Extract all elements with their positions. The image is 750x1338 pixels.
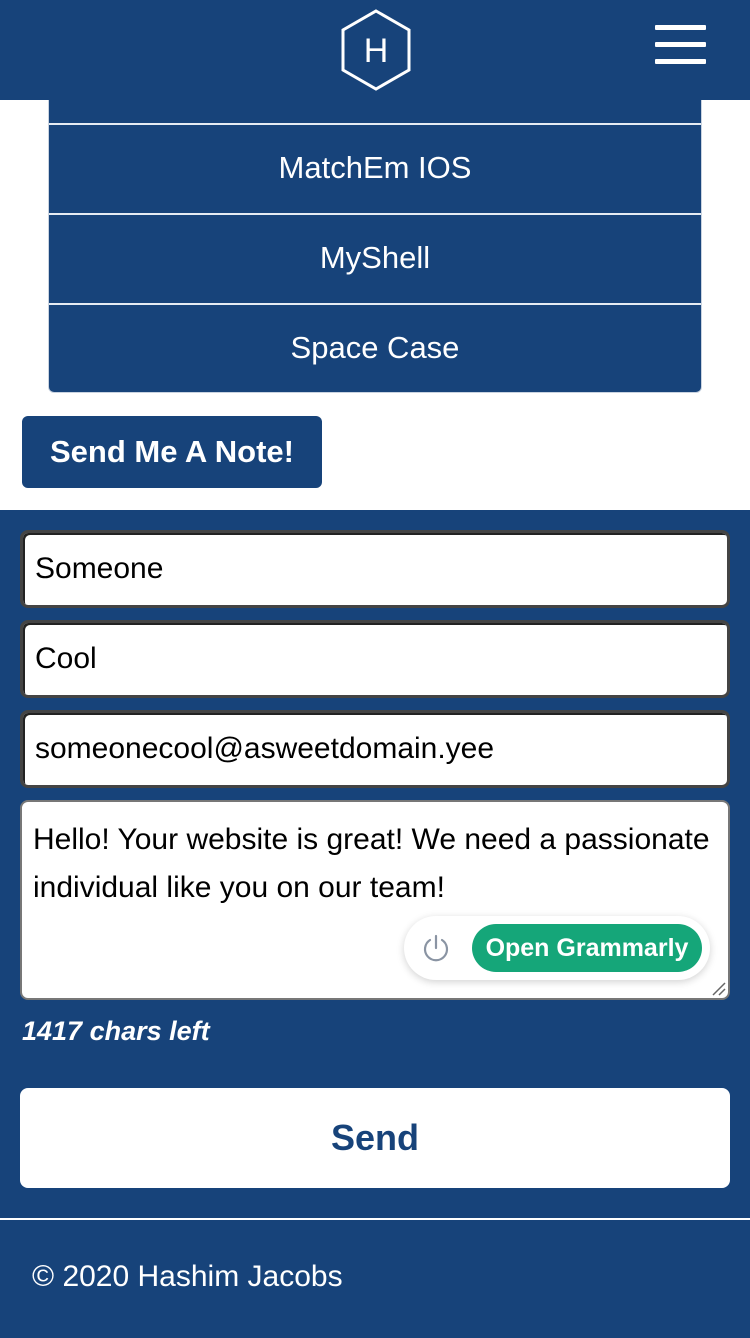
project-item-matchem-ios[interactable]: MatchEm IOS xyxy=(49,123,701,211)
hamburger-menu-icon[interactable] xyxy=(655,25,707,65)
page: H MatchEm IOS MyShell Space Case Send Me… xyxy=(0,0,750,1338)
message-value: Hello! Your website is great! We need a … xyxy=(33,823,710,904)
first-name-value: Someone xyxy=(35,552,164,585)
grammarly-widget: Open Grammarly xyxy=(404,916,710,980)
contact-form: Someone Cool someonecool@asweetdomain.ye… xyxy=(0,510,750,1218)
email-field[interactable]: someonecool@asweetdomain.yee xyxy=(20,710,730,788)
hexagon-logo-icon: H xyxy=(341,9,411,91)
first-name-field[interactable]: Someone xyxy=(20,530,730,608)
project-item-space-case[interactable]: Space Case xyxy=(49,303,701,391)
last-name-value: Cool xyxy=(35,642,97,675)
project-item-label: MyShell xyxy=(319,240,431,275)
copyright-text: © 2020 Hashim Jacobs xyxy=(32,1260,343,1293)
logo-letter: H xyxy=(364,32,389,70)
menu-bar xyxy=(655,59,706,64)
email-value: someonecool@asweetdomain.yee xyxy=(35,732,495,765)
menu-bar xyxy=(655,25,706,30)
project-item-label: MatchEm IOS xyxy=(278,150,472,185)
send-button[interactable]: Send xyxy=(20,1088,730,1188)
logo[interactable]: H xyxy=(339,9,413,91)
open-grammarly-button[interactable]: Open Grammarly xyxy=(472,924,702,972)
project-item-myshell[interactable]: MyShell xyxy=(49,213,701,301)
resize-grip-icon[interactable] xyxy=(710,980,726,996)
send-note-button[interactable]: Send Me A Note! xyxy=(22,416,322,488)
project-list: MatchEm IOS MyShell Space Case xyxy=(48,70,702,393)
footer: © 2020 Hashim Jacobs xyxy=(0,1220,750,1338)
last-name-field[interactable]: Cool xyxy=(20,620,730,698)
menu-bar xyxy=(655,42,706,47)
project-item-label: Space Case xyxy=(290,330,460,365)
chars-left-counter: 1417 chars left xyxy=(22,1016,210,1046)
navbar: H xyxy=(0,0,750,100)
power-icon[interactable] xyxy=(420,932,452,964)
